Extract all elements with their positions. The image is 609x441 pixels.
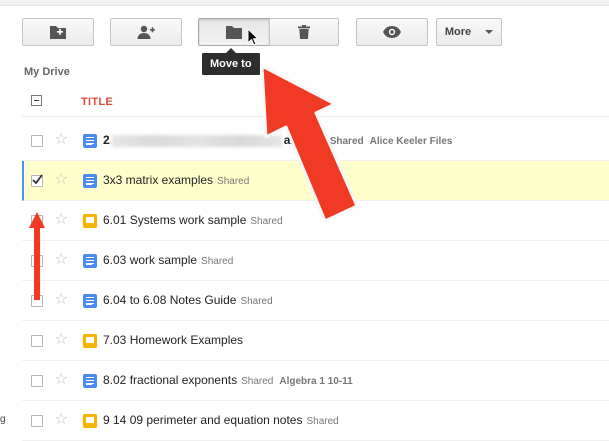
breadcrumb[interactable]: My Drive [24, 66, 70, 78]
edge-text: g [0, 414, 6, 425]
shared-label: Shared [241, 376, 274, 387]
table-row[interactable]: ☆ 2 archive Shared Alice Keeler Files [22, 121, 609, 161]
trash-icon [298, 25, 310, 39]
presentation-icon [83, 334, 97, 348]
list-header: TITLE [22, 88, 609, 117]
file-name[interactable]: 7.03 Homework Examples [103, 333, 243, 347]
table-row[interactable]: ☆ 9 14 09 perimeter and equation notes Sh… [22, 401, 609, 441]
document-icon [83, 174, 97, 188]
star-icon[interactable]: ☆ [54, 212, 68, 228]
row-checkbox[interactable] [31, 255, 43, 267]
file-name[interactable]: 3x3 matrix examples Shared [103, 173, 249, 187]
presentation-icon [83, 414, 97, 428]
title-column-header[interactable]: TITLE [81, 96, 113, 108]
document-icon [83, 374, 97, 388]
row-checkbox[interactable] [31, 174, 43, 187]
table-row[interactable]: ☆ 7.03 Homework Examples [22, 321, 609, 361]
star-icon[interactable]: ☆ [54, 292, 68, 308]
row-checkbox[interactable] [31, 215, 43, 227]
move-to-button[interactable] [198, 18, 270, 46]
move-to-tooltip: Move to [202, 48, 260, 75]
row-checkbox[interactable] [31, 295, 43, 307]
folder-plus-icon [50, 26, 66, 39]
document-icon [83, 254, 97, 268]
row-checkbox[interactable] [31, 375, 43, 387]
file-name[interactable]: 2 archive Shared Alice Keeler Files [103, 133, 452, 147]
row-checkbox[interactable] [31, 135, 43, 147]
file-name[interactable]: 8.02 fractional exponents Shared Algebra 1… [103, 373, 353, 387]
document-icon [83, 294, 97, 308]
file-name[interactable]: 9 14 09 perimeter and equation notes Shar… [103, 413, 339, 427]
delete-button[interactable] [269, 18, 339, 46]
chevron-down-icon [485, 30, 494, 34]
row-checkbox[interactable] [31, 415, 43, 427]
shared-label: Shared [201, 256, 234, 267]
more-label: More [444, 26, 472, 38]
add-person-icon [137, 25, 155, 39]
document-icon [83, 134, 97, 148]
select-all-checkbox[interactable] [31, 95, 42, 106]
star-icon[interactable]: ☆ [54, 412, 68, 428]
folder-tag[interactable]: Alice Keeler Files [370, 136, 453, 147]
shared-label: Shared [240, 296, 273, 307]
shared-label: Shared [329, 136, 364, 147]
top-bar [0, 0, 609, 6]
eye-icon [383, 26, 401, 38]
star-icon[interactable]: ☆ [54, 132, 68, 148]
table-row[interactable]: ☆ 6.01 Systems work sample Shared [22, 201, 609, 241]
share-button[interactable] [110, 18, 182, 46]
checkmark-icon [32, 174, 43, 185]
table-row[interactable]: ☆ 3x3 matrix examples Shared [22, 161, 609, 201]
star-icon[interactable]: ☆ [54, 172, 68, 188]
shared-label: Shared [217, 176, 250, 187]
mouse-cursor-icon [247, 28, 259, 46]
shared-label: Shared [306, 416, 339, 427]
file-name[interactable]: 6.03 work sample Shared [103, 253, 233, 267]
presentation-icon [83, 214, 97, 228]
star-icon[interactable]: ☆ [54, 372, 68, 388]
star-icon[interactable]: ☆ [54, 332, 68, 348]
folder-tag[interactable]: Algebra 1 10-11 [279, 376, 352, 387]
new-folder-button[interactable] [22, 18, 94, 46]
folder-icon [226, 26, 242, 39]
more-button[interactable]: More [436, 18, 502, 46]
row-checkbox[interactable] [31, 335, 43, 347]
file-name[interactable]: 6.01 Systems work sample Shared [103, 213, 283, 227]
table-row[interactable]: ☆ 8.02 fractional exponents Shared Algebra… [22, 361, 609, 401]
redacted-text [111, 134, 282, 147]
preview-button[interactable] [356, 18, 428, 46]
shared-label: Shared [250, 216, 283, 227]
table-row[interactable]: ☆ 6.04 to 6.08 Notes Guide Shared [22, 281, 609, 321]
file-name[interactable]: 6.04 to 6.08 Notes Guide Shared [103, 293, 273, 307]
table-row[interactable]: ☆ 6.03 work sample Shared [22, 241, 609, 281]
star-icon[interactable]: ☆ [54, 252, 68, 268]
